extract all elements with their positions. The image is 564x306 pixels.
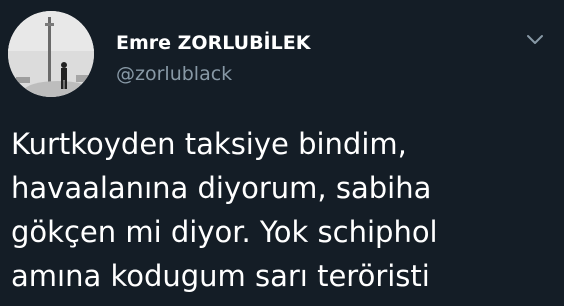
avatar[interactable] xyxy=(8,11,94,97)
display-name[interactable]: Emre ZORLUBİLEK xyxy=(116,31,310,55)
chevron-down-icon[interactable] xyxy=(524,28,546,50)
username[interactable]: @zorlublack xyxy=(116,62,232,86)
avatar-photo xyxy=(8,11,94,97)
tweet-card: Emre ZORLUBİLEK @zorlublack Kurtkoyden t… xyxy=(0,0,564,306)
tweet-text: Kurtkoyden taksiye bindim, havaalanına d… xyxy=(11,127,438,293)
